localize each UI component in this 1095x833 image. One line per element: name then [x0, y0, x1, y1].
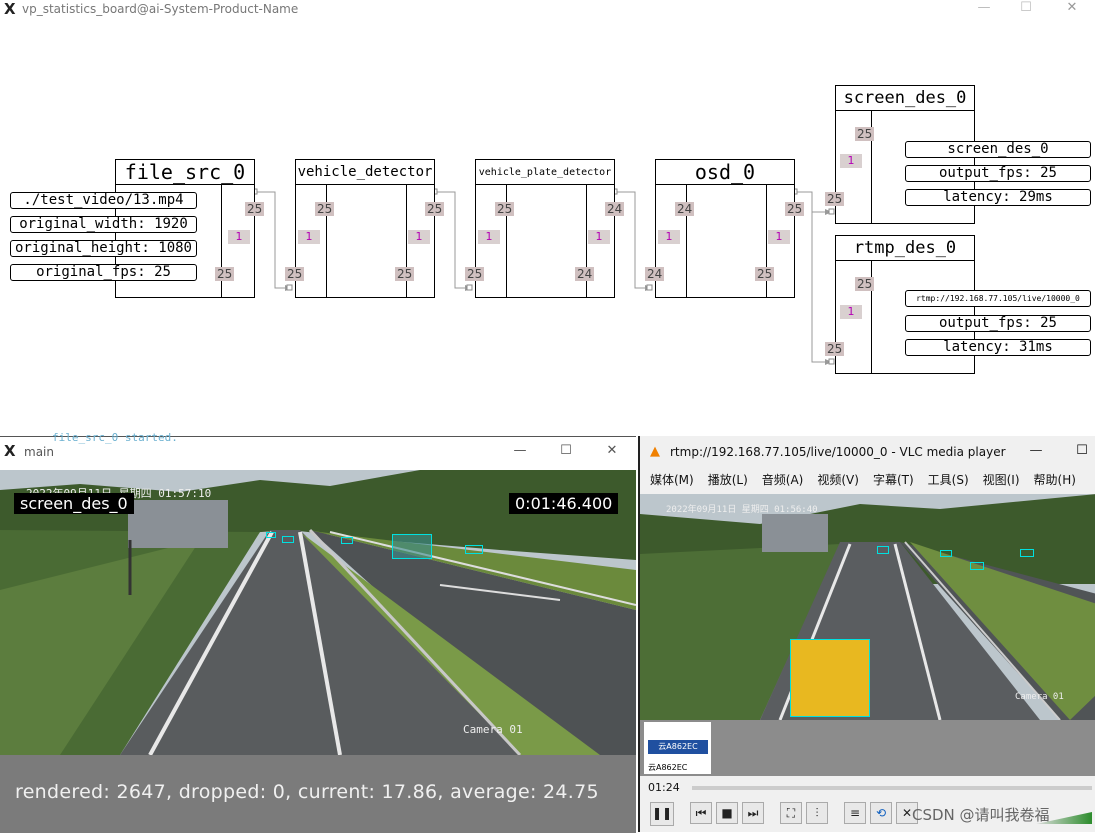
queue-badge: 1	[768, 230, 790, 244]
detection-box	[1020, 549, 1034, 557]
playback-timer: 0:01:46.400	[509, 493, 619, 514]
fps-badge: 25	[855, 127, 875, 141]
playlist-button[interactable]: ≡	[844, 802, 866, 824]
close-button[interactable]: ✕	[602, 443, 622, 458]
fps-badge: 25	[315, 202, 335, 216]
node-title: vehicle_plate_detector	[476, 160, 614, 185]
plate-caption: 云A862EC	[648, 763, 688, 772]
fps-badge: 25	[755, 267, 775, 281]
next-button[interactable]: ⏭	[742, 802, 764, 824]
minimize-button[interactable]: —	[1026, 443, 1046, 458]
camera-label: Camera 01	[1015, 692, 1064, 702]
pause-button[interactable]: ❚❚	[650, 802, 674, 826]
stop-button[interactable]: ■	[716, 802, 738, 824]
seek-bar[interactable]	[692, 786, 1092, 790]
menu-subtitle[interactable]: 字幕(T)	[873, 471, 914, 488]
vlc-cone-icon: ▲	[650, 444, 660, 459]
node-title: screen_des_0	[836, 86, 974, 111]
queue-badge: 1	[840, 154, 862, 168]
plate-strip: 云A862EC 云A862EC	[640, 720, 1095, 776]
csdn-watermark: CSDN @请叫我卷福	[912, 806, 1050, 824]
rtmp-latency-info: latency: 31ms	[905, 339, 1091, 356]
window-title: rtmp://192.168.77.105/live/10000_0 - VLC…	[670, 445, 1006, 459]
queue-badge: 1	[658, 230, 680, 244]
menu-view[interactable]: 视图(I)	[983, 471, 1020, 488]
queue-badge: 1	[478, 230, 500, 244]
vlc-video-frame: 2022年09月11日 星期四 01:56:40 Camera 01	[640, 494, 1095, 720]
previous-button[interactable]: ⏮	[690, 802, 712, 824]
fps-badge: 24	[645, 267, 665, 281]
screen-label-overlay: screen_des_0	[14, 493, 134, 514]
width-info: original_width: 1920	[10, 216, 197, 233]
extended-settings-button[interactable]: ⫶	[806, 802, 828, 824]
fps-badge: 25	[785, 202, 805, 216]
fps-badge: 25	[285, 267, 305, 281]
loop-button[interactable]: ⟲	[870, 802, 892, 824]
plate-image: 云A862EC	[648, 740, 708, 754]
background-terminal-text: file_src_0 started.	[52, 431, 178, 444]
fps-badge: 24	[605, 202, 625, 216]
fps-badge: 24	[575, 267, 595, 281]
menu-help[interactable]: 帮助(H)	[1034, 471, 1076, 488]
queue-badge: 1	[298, 230, 320, 244]
rtmp-url-info: rtmp://192.168.77.105/live/10000_0	[905, 290, 1091, 307]
detection-box	[341, 537, 353, 544]
maximize-button[interactable]: ☐	[1072, 443, 1092, 458]
screen-latency-info: latency: 29ms	[905, 189, 1091, 206]
truck-detection	[790, 639, 870, 717]
render-stats-text: rendered: 2647, dropped: 0, current: 17.…	[15, 781, 599, 803]
screen-fps-info: output_fps: 25	[905, 165, 1091, 182]
render-stats-bar: rendered: 2647, dropped: 0, current: 17.…	[0, 755, 636, 833]
detection-box	[266, 532, 276, 538]
detection-box	[970, 562, 984, 570]
detection-box	[282, 536, 294, 543]
maximize-button[interactable]: ☐	[556, 443, 576, 458]
fps-badge: 25	[825, 342, 845, 356]
detection-box	[877, 546, 889, 554]
fps-badge: 24	[675, 202, 695, 216]
camera-timestamp: 2022年09月11日 星期四 01:56:40	[666, 505, 818, 515]
fullscreen-button[interactable]: ⛶	[780, 802, 802, 824]
queue-badge: 1	[408, 230, 430, 244]
vlc-window: ▲ rtmp://192.168.77.105/live/10000_0 - V…	[638, 436, 1095, 832]
menu-video[interactable]: 视频(V)	[817, 471, 859, 488]
height-info: original_height: 1080	[10, 240, 197, 257]
fps-badge: 25	[465, 267, 485, 281]
fps-badge: 25	[495, 202, 515, 216]
main-window: X main file_src_0 started. — ☐ ✕ 2022年09…	[0, 431, 636, 833]
rtmp-fps-info: output_fps: 25	[905, 315, 1091, 332]
node-title: rtmp_des_0	[836, 236, 974, 261]
vlc-menu-bar: 媒体(M) 播放(L) 音频(A) 视频(V) 字幕(T) 工具(S) 视图(I…	[650, 471, 1076, 488]
plate-thumbnail: 云A862EC 云A862EC	[644, 722, 711, 774]
node-title: osd_0	[656, 160, 794, 185]
detection-box	[392, 534, 432, 559]
detection-box	[940, 550, 952, 557]
fps-badge: 25	[245, 202, 265, 216]
menu-tools[interactable]: 工具(S)	[928, 471, 969, 488]
queue-badge: 1	[840, 305, 862, 319]
fps-badge: 25	[395, 267, 415, 281]
menu-playback[interactable]: 播放(L)	[708, 471, 748, 488]
x-logo-icon: X	[4, 442, 16, 460]
menu-media[interactable]: 媒体(M)	[650, 471, 694, 488]
detection-box	[465, 545, 483, 554]
minimize-button[interactable]: —	[510, 443, 530, 458]
menu-audio[interactable]: 音频(A)	[762, 471, 804, 488]
fps-badge: 25	[825, 192, 845, 206]
screen-name-info: screen_des_0	[905, 141, 1091, 158]
fps-badge: 25	[855, 277, 875, 291]
file-path-info: ./test_video/13.mp4	[10, 192, 197, 209]
queue-badge: 1	[228, 230, 250, 244]
node-title: vehicle_detector	[296, 160, 434, 185]
statistics-board-window: X vp_statistics_board@ai-System-Product-…	[0, 0, 1095, 436]
window-title: main	[24, 445, 54, 459]
node-title: file_src_0	[116, 160, 254, 185]
fps-badge: 25	[215, 267, 235, 281]
fps-badge: 25	[425, 202, 445, 216]
elapsed-time: 01:24	[648, 781, 680, 794]
fps-info: original_fps: 25	[10, 264, 197, 281]
camera-label: Camera 01	[463, 723, 523, 736]
queue-badge: 1	[588, 230, 610, 244]
